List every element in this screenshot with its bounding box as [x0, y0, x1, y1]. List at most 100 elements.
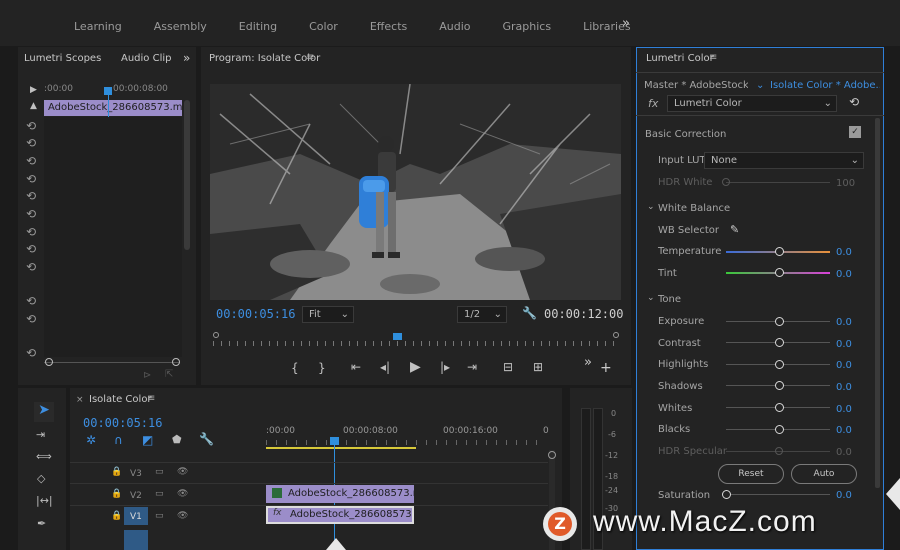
resolution-dropdown[interactable]: 1/2 ⌄ — [457, 306, 507, 323]
track-target-a1[interactable] — [124, 530, 148, 550]
chevron-down-icon[interactable]: ⌄ — [647, 293, 655, 303]
temperature-knob[interactable] — [775, 247, 784, 256]
zoom-handle-left[interactable] — [45, 358, 53, 366]
temperature-value[interactable]: 0.0 — [836, 247, 852, 258]
tint-knob[interactable] — [775, 268, 784, 277]
selection-tool-icon[interactable]: ➤ — [34, 402, 54, 422]
program-monitor-title[interactable]: Program: Isolate Color — [209, 53, 320, 64]
reset-icon[interactable]: ⟲ — [26, 189, 36, 203]
effect-dropdown[interactable]: Lumetri Color ⌄ — [667, 95, 837, 112]
reset-icon[interactable]: ⟲ — [26, 154, 36, 168]
reset-icon[interactable]: ⟲ — [26, 207, 36, 221]
eye-icon[interactable]: 👁 — [177, 467, 188, 477]
play-icon[interactable]: ▶ — [410, 359, 421, 375]
mark-in-icon[interactable]: { — [291, 361, 299, 375]
step-forward-icon[interactable]: |▸ — [440, 360, 450, 374]
reset-icon[interactable]: ⟲ — [26, 346, 36, 360]
timeline-tab[interactable]: Isolate Color — [89, 394, 152, 405]
collapse-icon[interactable]: ▲ — [30, 101, 37, 111]
lock-icon[interactable]: 🔒 — [111, 467, 122, 477]
clip-v1-selected[interactable]: AdobeStock_286608573.mp4 — [266, 506, 414, 524]
scrub-handle-left[interactable] — [213, 332, 219, 338]
exposure-value[interactable]: 0.0 — [836, 317, 852, 328]
scrub-handle-right[interactable] — [613, 332, 619, 338]
fit-dropdown[interactable]: Fit ⌄ — [302, 306, 354, 323]
settings-wrench-icon[interactable]: 🔧 — [522, 306, 537, 320]
more-workspaces-icon[interactable]: » — [622, 16, 630, 31]
close-tab-icon[interactable]: × — [76, 395, 84, 405]
timeline-scroll-handle[interactable] — [548, 451, 556, 459]
eyedropper-icon[interactable]: ✎ — [730, 223, 739, 236]
reset-effect-icon[interactable]: ⟲ — [849, 95, 859, 109]
reset-icon[interactable]: ⟲ — [26, 312, 36, 326]
filter-icon[interactable]: ⊳ — [143, 370, 151, 381]
whites-knob[interactable] — [775, 403, 784, 412]
sync-lock-icon[interactable]: ▭ — [155, 489, 164, 499]
whites-value[interactable]: 0.0 — [836, 404, 852, 415]
program-timecode[interactable]: 00:00:05:16 — [216, 307, 295, 321]
razor-tool-icon[interactable]: ◇ — [37, 472, 45, 485]
basic-correction-checkbox[interactable]: ✓ — [849, 126, 861, 138]
step-back-icon[interactable]: ◂| — [380, 360, 390, 374]
auto-button[interactable]: Auto — [791, 464, 857, 484]
blacks-value[interactable]: 0.0 — [836, 425, 852, 436]
audio-clip-bar[interactable]: AdobeStock_286608573.mp4 — [44, 100, 182, 116]
highlights-knob[interactable] — [775, 360, 784, 369]
lumetri-title[interactable]: Lumetri Color — [646, 53, 714, 64]
panel-menu-icon[interactable]: ≡ — [147, 393, 155, 404]
ripple-edit-tool-icon[interactable]: ⟺ — [36, 450, 52, 463]
pen-tool-icon[interactable]: ✒ — [37, 517, 46, 530]
timeline-timecode[interactable]: 00:00:05:16 — [83, 416, 162, 430]
master-clip-tab[interactable]: Master * AdobeStock_2... — [644, 80, 748, 91]
workspace-tab[interactable]: Learning — [58, 0, 138, 46]
snap-magnet-icon[interactable]: ∩ — [114, 433, 123, 447]
reset-icon[interactable]: ⟲ — [26, 136, 36, 150]
lock-icon[interactable]: 🔒 — [111, 489, 122, 499]
reset-icon[interactable]: ⟲ — [26, 242, 36, 256]
lift-icon[interactable]: ⊟ — [503, 360, 513, 374]
linked-selection-icon[interactable]: ◩ — [142, 433, 153, 447]
reset-button[interactable]: Reset — [718, 464, 784, 484]
saturation-value[interactable]: 0.0 — [836, 490, 852, 501]
go-to-in-icon[interactable]: ⇤ — [351, 360, 361, 374]
exposure-knob[interactable] — [775, 317, 784, 326]
sync-lock-icon[interactable]: ▭ — [155, 511, 164, 521]
slip-tool-icon[interactable]: |↔| — [36, 494, 53, 507]
eye-icon[interactable]: 👁 — [177, 511, 188, 521]
lock-icon[interactable]: 🔒 — [111, 511, 122, 521]
track-label-v2[interactable]: V2 — [130, 491, 142, 501]
reset-icon[interactable]: ⟲ — [26, 260, 36, 274]
add-marker-icon[interactable]: ⬟ — [172, 433, 182, 446]
workspace-tab[interactable]: Effects — [354, 0, 423, 46]
saturation-track[interactable] — [726, 494, 830, 495]
workspace-tab[interactable]: Audio — [423, 0, 486, 46]
left-panel-scrollbar[interactable] — [184, 100, 190, 250]
tab-lumetri-scopes[interactable]: Lumetri Scopes — [24, 53, 101, 64]
workspace-tab[interactable]: Editing — [223, 0, 293, 46]
play-icon[interactable]: ▶ — [30, 85, 37, 95]
track-select-tool-icon[interactable]: ⇥ — [36, 428, 45, 441]
go-to-out-icon[interactable]: ⇥ — [467, 360, 477, 374]
eye-icon[interactable]: 👁 — [177, 489, 188, 499]
program-scrub-ruler[interactable] — [213, 341, 621, 346]
shadows-value[interactable]: 0.0 — [836, 382, 852, 393]
timeline-playhead-marker[interactable] — [330, 437, 339, 445]
lumetri-scrollbar[interactable] — [875, 118, 880, 488]
tone-header[interactable]: Tone — [658, 294, 681, 305]
track-label-v3[interactable]: V3 — [130, 469, 142, 479]
white-balance-header[interactable]: White Balance — [658, 203, 730, 214]
workspace-tab[interactable]: Color — [293, 0, 354, 46]
chevron-down-icon[interactable]: ⌄ — [756, 80, 764, 91]
nest-icon[interactable]: ✲ — [86, 433, 96, 447]
saturation-knob[interactable] — [722, 490, 731, 499]
zoom-handle-right[interactable] — [172, 358, 180, 366]
reset-icon[interactable]: ⟲ — [26, 294, 36, 308]
timeline-ruler[interactable] — [266, 440, 546, 445]
timeline-settings-icon[interactable]: 🔧 — [199, 432, 214, 446]
more-controls-icon[interactable]: » — [584, 355, 592, 370]
sequence-clip-tab[interactable]: Isolate Color * Adobe... — [770, 80, 880, 91]
panel-menu-icon[interactable]: ≡ — [709, 52, 717, 63]
reset-icon[interactable]: ⟲ — [26, 119, 36, 133]
contrast-knob[interactable] — [775, 338, 784, 347]
reset-icon[interactable]: ⟲ — [26, 225, 36, 239]
